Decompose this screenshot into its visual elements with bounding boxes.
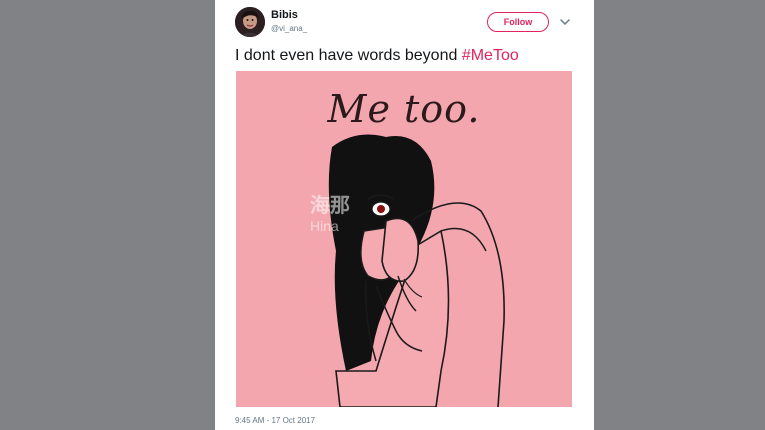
user-handle[interactable]: @vi_ana_: [271, 24, 307, 33]
tweet-card: Bibis @vi_ana_ Follow I dont even have w…: [215, 0, 594, 430]
tweet-text-body: I dont even have words beyond: [235, 47, 462, 64]
tweet-text: I dont even have words beyond #MeToo: [235, 47, 519, 65]
avatar[interactable]: [235, 7, 265, 37]
tweet-media-image[interactable]: Me too. 海那 Hina: [236, 71, 572, 407]
hashtag-link[interactable]: #MeToo: [462, 47, 519, 64]
display-name[interactable]: Bibis: [271, 9, 298, 21]
watermark-latin: Hina: [310, 218, 339, 234]
woman-covering-face-illustration: [328, 134, 505, 407]
watermark: 海那 Hina: [310, 196, 350, 236]
tweet-timestamp[interactable]: 9:45 AM - 17 Oct 2017: [235, 416, 315, 425]
watermark-cjk: 海那: [310, 195, 350, 217]
follow-button[interactable]: Follow: [487, 12, 549, 32]
chevron-down-icon[interactable]: [558, 15, 572, 29]
